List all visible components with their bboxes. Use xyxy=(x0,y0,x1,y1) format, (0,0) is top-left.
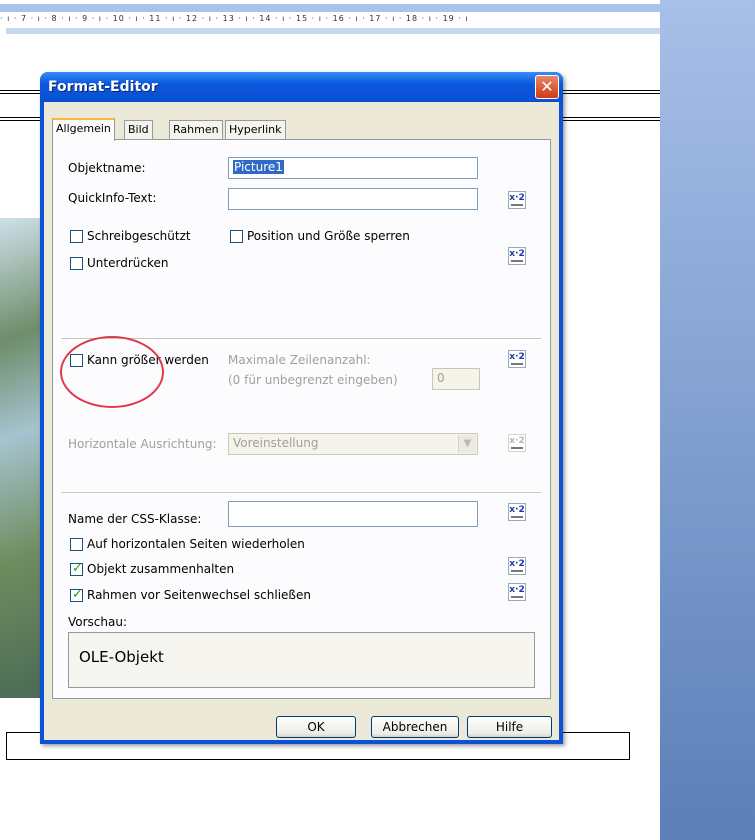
h-ausrichtung-value: Voreinstellung xyxy=(233,436,319,450)
ruler-ticks: · ı · 7 · ı · 8 · ı · 9 · ı · 10 · ı · 1… xyxy=(0,14,469,23)
tab-pane-allgemein: Objektname: Picture1 QuickInfo-Text: x·2… xyxy=(52,139,551,699)
zusammenhalten-checkbox[interactable]: ✓ xyxy=(70,561,83,576)
schreibgeschuetzt-label: Schreibgeschützt xyxy=(87,229,191,243)
dialog-client-area: Allgemein Bild Rahmen Hyperlink Objektna… xyxy=(44,102,559,740)
vorschau-text: OLE-Objekt xyxy=(79,648,164,666)
h-ausrichtung-select[interactable]: Voreinstellung ▼ xyxy=(228,433,478,455)
schreibgeschuetzt-checkbox[interactable] xyxy=(70,230,83,243)
checkmark-icon: ✓ xyxy=(72,587,83,602)
background-photo xyxy=(0,218,44,698)
format-editor-dialog: Format-Editor ✕ Allgemein Bild Rahmen Hy… xyxy=(40,72,563,744)
horizontal-ruler: · ı · 7 · ı · 8 · ı · 9 · ı · 10 · ı · 1… xyxy=(0,0,660,34)
css-klasse-label: Name der CSS-Klasse: xyxy=(68,512,202,526)
max-zeilen-hint: (0 für unbegrenzt eingeben) xyxy=(228,373,398,387)
ruler-underline xyxy=(6,28,660,34)
quickinfo-label: QuickInfo-Text: xyxy=(68,191,157,205)
chevron-down-icon[interactable]: ▼ xyxy=(458,435,476,453)
unterdruecken-checkbox[interactable] xyxy=(70,257,83,270)
tab-bild[interactable]: Bild xyxy=(124,120,153,139)
close-button[interactable]: ✕ xyxy=(535,75,559,99)
rahmen-schliessen-checkbox[interactable]: ✓ xyxy=(70,587,83,602)
highlight-circle xyxy=(60,336,164,408)
rahmen-schliessen-formula-button[interactable]: x·2 xyxy=(508,583,526,601)
tab-allgemein[interactable]: Allgemein xyxy=(52,118,115,141)
objektname-value: Picture1 xyxy=(233,160,284,174)
right-background-panel xyxy=(660,0,755,840)
wiederholen-label: Auf horizontalen Seiten wiederholen xyxy=(87,537,305,551)
zusammenhalten-formula-button[interactable]: x·2 xyxy=(508,557,526,575)
css-klasse-formula-button[interactable]: x·2 xyxy=(508,503,526,521)
wiederholen-checkbox[interactable] xyxy=(70,538,83,551)
quickinfo-formula-button[interactable]: x·2 xyxy=(508,191,526,209)
tab-hyperlink[interactable]: Hyperlink xyxy=(225,120,286,139)
h-ausrichtung-formula-button[interactable]: x·2 xyxy=(508,434,526,452)
max-zeilen-input[interactable]: 0 xyxy=(432,368,480,390)
unterdruecken-label: Unterdrücken xyxy=(87,256,169,270)
objektname-input[interactable]: Picture1 xyxy=(228,157,478,179)
separator xyxy=(61,492,541,494)
formula-icon: x·2 xyxy=(509,352,525,362)
vorschau-label: Vorschau: xyxy=(68,615,128,629)
dialog-title: Format-Editor xyxy=(48,79,158,95)
formula-icon: x·2 xyxy=(509,505,525,515)
abbrechen-button[interactable]: Abbrechen xyxy=(371,716,459,738)
quickinfo-input[interactable] xyxy=(228,188,478,210)
ruler-bar xyxy=(0,4,660,12)
css-klasse-input[interactable] xyxy=(228,501,478,527)
tab-rahmen[interactable]: Rahmen xyxy=(169,120,223,139)
vorschau-box: OLE-Objekt xyxy=(68,632,535,688)
max-zeilen-value: 0 xyxy=(437,371,445,385)
kann-groesser-formula-button[interactable]: x·2 xyxy=(508,350,526,368)
formula-icon: x·2 xyxy=(509,436,525,446)
hilfe-button[interactable]: Hilfe xyxy=(467,716,552,738)
position-sperren-checkbox[interactable] xyxy=(230,230,243,243)
formula-icon: x·2 xyxy=(509,193,525,203)
unterdruecken-formula-button[interactable]: x·2 xyxy=(508,247,526,265)
close-icon: ✕ xyxy=(540,77,554,96)
formula-icon: x·2 xyxy=(509,559,525,569)
dialog-titlebar[interactable]: Format-Editor ✕ xyxy=(40,72,563,102)
max-zeilen-label: Maximale Zeilenanzahl: xyxy=(228,353,371,367)
zusammenhalten-label: Objekt zusammenhalten xyxy=(87,562,235,576)
objektname-label: Objektname: xyxy=(68,161,146,175)
position-sperren-label: Position und Größe sperren xyxy=(247,229,410,243)
h-ausrichtung-label: Horizontale Ausrichtung: xyxy=(68,437,217,451)
formula-icon: x·2 xyxy=(509,585,525,595)
rahmen-schliessen-label: Rahmen vor Seitenwechsel schließen xyxy=(87,588,311,602)
ok-button[interactable]: OK xyxy=(276,716,356,738)
formula-icon: x·2 xyxy=(509,249,525,259)
checkmark-icon: ✓ xyxy=(72,561,83,576)
